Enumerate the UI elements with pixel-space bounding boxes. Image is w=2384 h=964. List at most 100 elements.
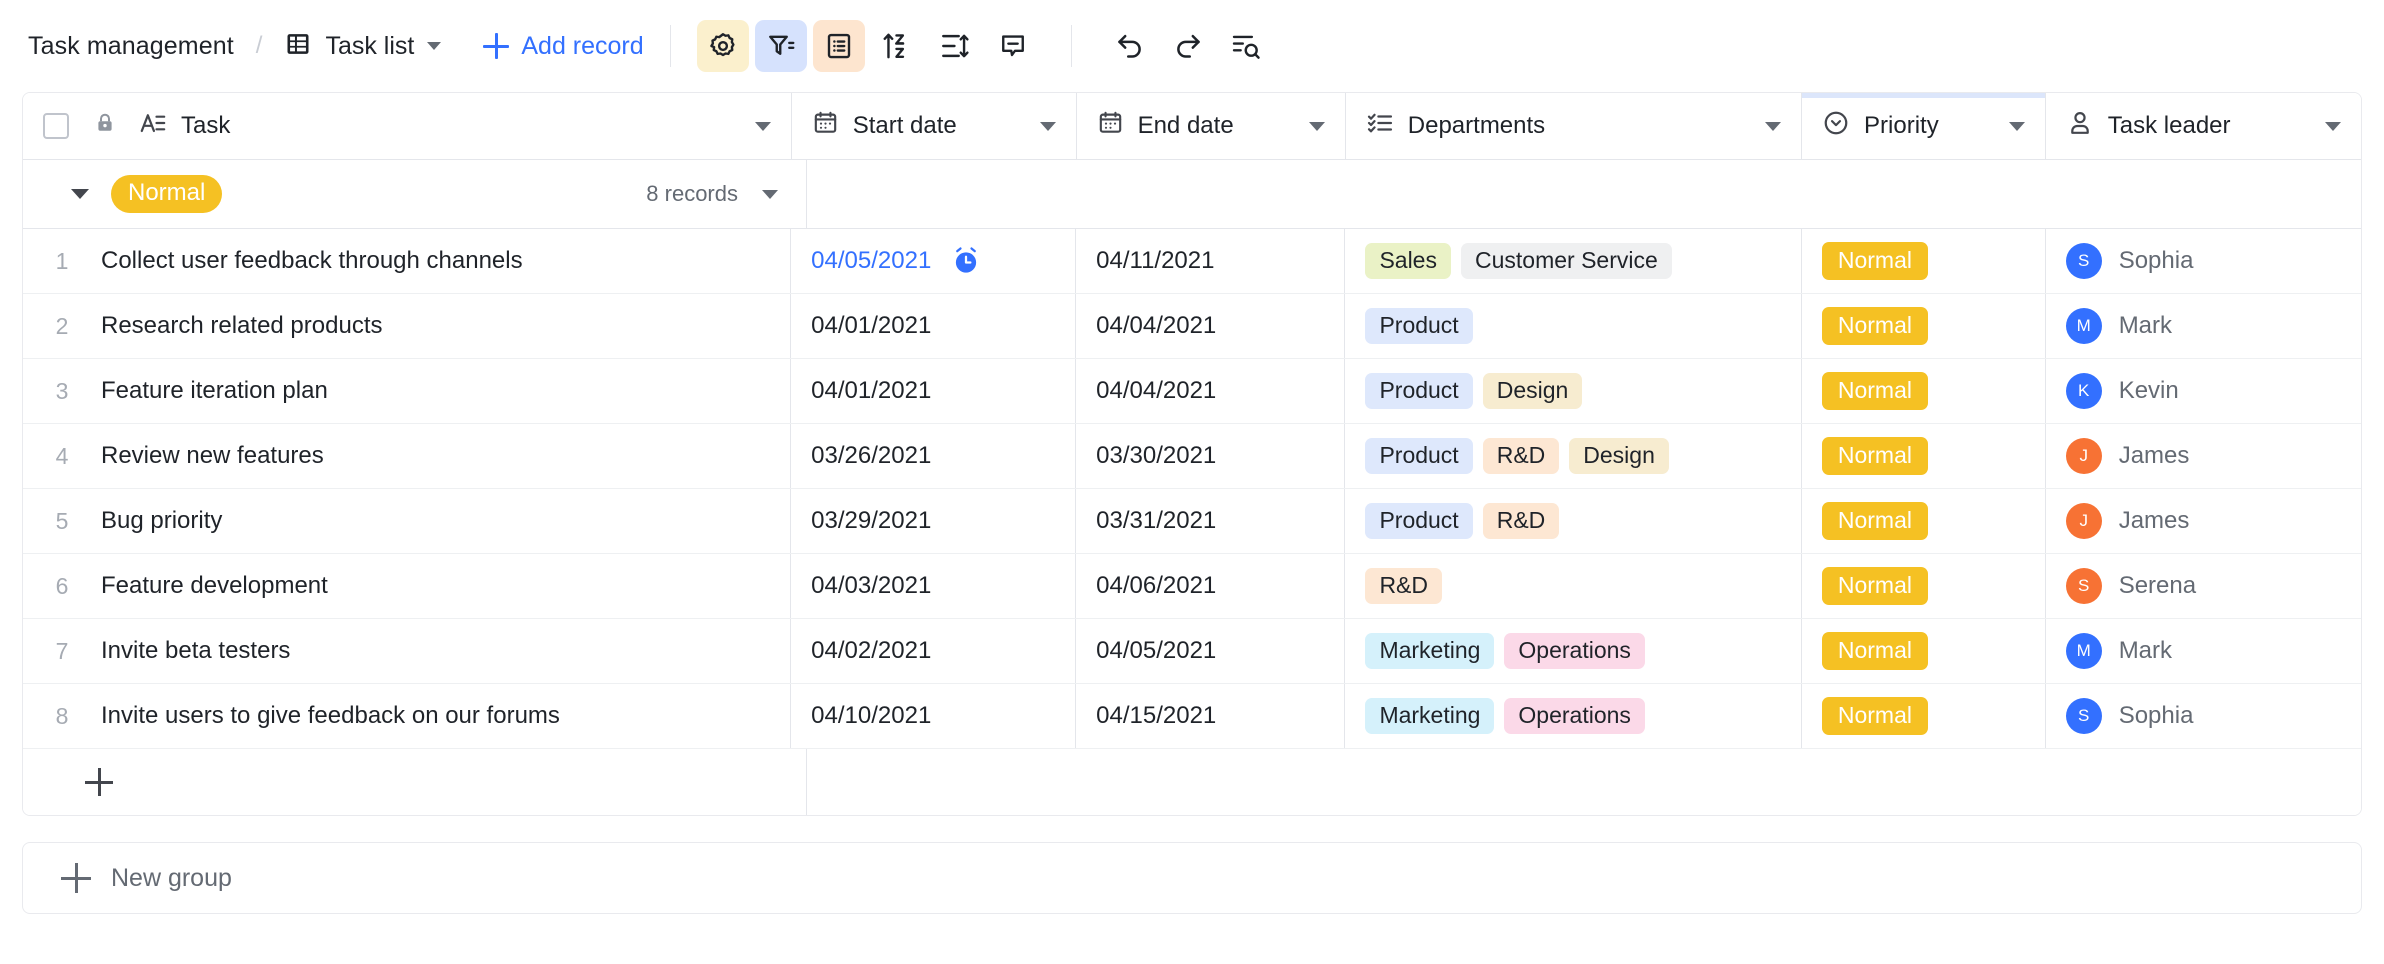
cell-task-leader[interactable]: S Serena — [2046, 554, 2361, 618]
cell-departments[interactable]: Product R&D — [1345, 489, 1802, 553]
cell-priority[interactable]: Normal — [1802, 294, 2046, 358]
new-group-button[interactable]: New group — [22, 842, 2362, 914]
cell-departments[interactable]: R&D — [1345, 554, 1802, 618]
cell-task[interactable]: 4 Review new features — [23, 424, 792, 488]
cell-start-date[interactable]: 04/01/2021 — [791, 294, 1077, 358]
cell-priority[interactable]: Normal — [1802, 359, 2046, 423]
cell-end-date[interactable]: 04/05/2021 — [1076, 619, 1346, 683]
add-record-button[interactable]: Add record — [483, 32, 644, 61]
cell-departments[interactable]: Product R&D Design — [1345, 424, 1802, 488]
group-menu-chevron-icon[interactable] — [762, 189, 778, 199]
cell-start-date[interactable]: 04/02/2021 — [791, 619, 1077, 683]
column-header-row: Task Start date End date Departments Pri… — [23, 93, 2361, 160]
table-row[interactable]: 4 Review new features 03/26/2021 03/30/2021… — [23, 424, 2361, 489]
cell-priority[interactable]: Normal — [1802, 684, 2046, 748]
table-row[interactable]: 3 Feature iteration plan 04/01/2021 04/04/2… — [23, 359, 2361, 424]
add-row-button[interactable] — [23, 749, 807, 815]
cell-end-date[interactable]: 03/31/2021 — [1076, 489, 1346, 553]
cell-task-leader[interactable]: S Sophia — [2046, 684, 2361, 748]
task-leader-name: Mark — [2118, 312, 2173, 339]
chevron-down-icon — [427, 42, 442, 50]
group-collapse-toggle[interactable] — [71, 189, 89, 199]
cell-start-date[interactable]: 03/26/2021 — [791, 424, 1077, 488]
cell-departments[interactable]: Marketing Operations — [1345, 619, 1802, 683]
table-row[interactable]: 5 Bug priority 03/29/2021 03/31/2021 Product… — [23, 489, 2361, 554]
task-leader-name: Serena — [2118, 572, 2197, 599]
cell-task-leader[interactable]: M Mark — [2046, 294, 2361, 358]
reminder-alarm-clock-icon[interactable] — [951, 246, 981, 276]
calendar-icon — [1097, 109, 1124, 143]
cell-priority[interactable]: Normal — [1802, 554, 2046, 618]
chevron-down-icon[interactable] — [754, 121, 771, 131]
select-all-checkbox[interactable] — [43, 113, 69, 139]
cell-end-date[interactable]: 04/06/2021 — [1076, 554, 1346, 618]
cell-priority[interactable]: Normal — [1802, 424, 2046, 488]
cell-start-date[interactable]: 04/10/2021 — [791, 684, 1077, 748]
chevron-down-icon[interactable] — [2008, 121, 2025, 131]
cell-task[interactable]: 1 Collect user feedback through channels — [23, 229, 792, 293]
redo-button[interactable] — [1162, 20, 1214, 72]
sort-button[interactable] — [871, 20, 923, 72]
cell-priority[interactable]: Normal — [1802, 489, 2046, 553]
cell-end-date[interactable]: 04/11/2021 — [1076, 229, 1346, 293]
view-selector[interactable]: Task list — [284, 30, 442, 63]
task-leader-name: Sophia — [2118, 702, 2194, 729]
table-row[interactable]: 1 Collect user feedback through channels 0… — [23, 229, 2361, 294]
cell-task[interactable]: 3 Feature iteration plan — [23, 359, 792, 423]
cell-departments[interactable]: Product — [1345, 294, 1802, 358]
start-date-value: 04/01/2021 — [811, 312, 932, 339]
department-tag: R&D — [1482, 502, 1560, 540]
redo-icon — [1172, 30, 1204, 62]
cell-task-leader[interactable]: J James — [2046, 424, 2361, 488]
task-title: Bug priority — [101, 507, 223, 534]
chevron-down-icon[interactable] — [1039, 121, 1056, 131]
column-header-priority[interactable]: Priority — [1802, 93, 2046, 159]
table-row[interactable]: 2 Research related products 04/01/2021 04/0… — [23, 294, 2361, 359]
cell-departments[interactable]: Product Design — [1345, 359, 1802, 423]
cell-start-date[interactable]: 03/29/2021 — [791, 489, 1077, 553]
cell-departments[interactable]: Sales Customer Service — [1345, 229, 1802, 293]
cell-task-leader[interactable]: K Kevin — [2046, 359, 2361, 423]
cell-task-leader[interactable]: M Mark — [2046, 619, 2361, 683]
column-header-departments[interactable]: Departments — [1346, 93, 1803, 159]
cell-start-date[interactable]: 04/01/2021 — [791, 359, 1077, 423]
cell-task-leader[interactable]: J James — [2046, 489, 2361, 553]
group-button[interactable] — [812, 20, 865, 72]
cell-end-date[interactable]: 04/04/2021 — [1076, 359, 1346, 423]
priority-badge: Normal — [1821, 631, 1928, 671]
filter-button[interactable] — [754, 20, 807, 72]
cell-task[interactable]: 5 Bug priority — [23, 489, 792, 553]
field-settings-button[interactable] — [696, 20, 749, 72]
toolbar-divider-1 — [669, 25, 671, 67]
chevron-down-icon[interactable] — [1765, 121, 1782, 131]
search-button[interactable] — [1220, 20, 1272, 72]
breadcrumb-root[interactable]: Task management — [28, 32, 234, 61]
cell-end-date[interactable]: 04/15/2021 — [1076, 684, 1346, 748]
comment-button[interactable] — [987, 20, 1039, 72]
cell-start-date[interactable]: 04/05/2021 — [791, 229, 1077, 293]
priority-badge: Normal — [1821, 696, 1928, 736]
cell-start-date[interactable]: 04/03/2021 — [791, 554, 1077, 618]
cell-task[interactable]: 2 Research related products — [23, 294, 792, 358]
cell-priority[interactable]: Normal — [1802, 619, 2046, 683]
cell-task[interactable]: 8 Invite users to give feedback on our fo… — [23, 684, 792, 748]
cell-task-leader[interactable]: S Sophia — [2046, 229, 2361, 293]
chevron-down-icon[interactable] — [2325, 121, 2341, 131]
column-header-task-leader[interactable]: Task leader — [2046, 93, 2361, 159]
table-row[interactable]: 8 Invite users to give feedback on our fo… — [23, 684, 2361, 749]
table-row[interactable]: 7 Invite beta testers 04/02/2021 04/05/2021… — [23, 619, 2361, 684]
column-header-start-date[interactable]: Start date — [792, 93, 1077, 159]
row-height-button[interactable] — [929, 20, 981, 72]
cell-priority[interactable]: Normal — [1802, 229, 2046, 293]
cell-end-date[interactable]: 04/04/2021 — [1076, 294, 1346, 358]
cell-departments[interactable]: Marketing Operations — [1345, 684, 1802, 748]
undo-button[interactable] — [1104, 20, 1156, 72]
table-row[interactable]: 6 Feature development 04/03/2021 04/06/2021… — [23, 554, 2361, 619]
column-header-task[interactable]: Task — [23, 93, 792, 159]
cell-task[interactable]: 7 Invite beta testers — [23, 619, 792, 683]
column-header-end-date[interactable]: End date — [1077, 93, 1346, 159]
cell-end-date[interactable]: 03/30/2021 — [1076, 424, 1346, 488]
cell-task[interactable]: 6 Feature development — [23, 554, 792, 618]
group-record-count: 8 records — [646, 181, 738, 206]
chevron-down-icon[interactable] — [1308, 121, 1325, 131]
